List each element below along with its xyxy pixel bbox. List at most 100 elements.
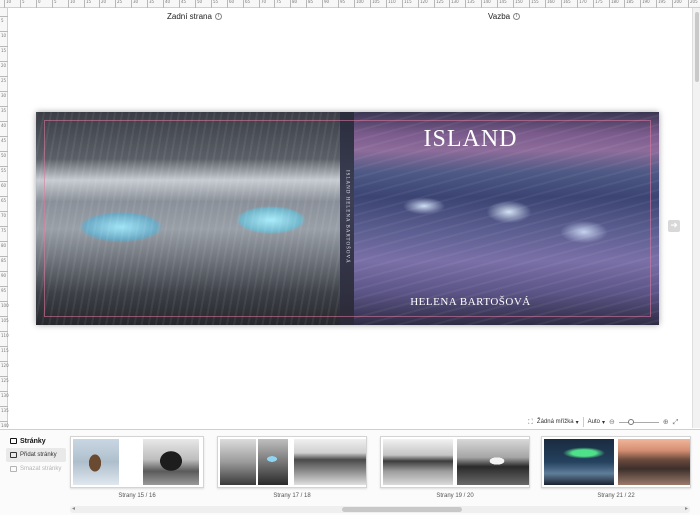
zoom-slider[interactable] bbox=[618, 418, 659, 426]
ruler-number: 165 bbox=[563, 0, 571, 4]
ruler-tick bbox=[354, 0, 355, 8]
page-thumbnail[interactable] bbox=[383, 439, 453, 485]
spread-thumbnail[interactable] bbox=[70, 436, 204, 488]
ruler-tick bbox=[338, 0, 339, 8]
info-icon[interactable]: i bbox=[214, 13, 222, 20]
ruler-number: 35 bbox=[149, 0, 155, 4]
info-icon[interactable]: i bbox=[513, 13, 521, 20]
ruler-tick bbox=[115, 0, 116, 8]
page-thumbnail[interactable] bbox=[294, 439, 366, 485]
spread-thumbnail[interactable] bbox=[380, 436, 530, 488]
spread-thumbnail[interactable] bbox=[541, 436, 691, 488]
zoom-slider-knob[interactable] bbox=[627, 419, 634, 425]
remove-pages-button[interactable]: Smazat stránky bbox=[6, 462, 66, 476]
ruler-number: 45 bbox=[181, 0, 187, 4]
remove-page-icon bbox=[10, 466, 17, 472]
grid-icon[interactable]: ⛶ bbox=[528, 418, 533, 427]
ruler-tick bbox=[147, 0, 148, 8]
page-thumbnail[interactable] bbox=[544, 439, 614, 485]
ruler-tick bbox=[0, 76, 8, 77]
ruler-number: 70 bbox=[261, 0, 267, 4]
ruler-number: 45 bbox=[1, 138, 7, 143]
ruler-number: 5 bbox=[1, 18, 4, 23]
ruler-tick bbox=[0, 256, 8, 257]
ruler-number: 30 bbox=[133, 0, 139, 4]
ruler-tick bbox=[227, 0, 228, 8]
page-thumbnail[interactable] bbox=[143, 439, 199, 485]
ruler-tick bbox=[561, 0, 562, 8]
mirror-select[interactable]: Žádná mřížka ▾ bbox=[537, 419, 579, 426]
ruler-number: 145 bbox=[499, 0, 507, 4]
ruler-tick bbox=[434, 0, 435, 8]
arrow-right-icon[interactable]: ▸ bbox=[685, 505, 688, 512]
ruler-tick bbox=[0, 46, 8, 47]
ruler-number: 200 bbox=[674, 0, 682, 4]
page-thumbnail[interactable] bbox=[73, 439, 119, 485]
ruler-number: 50 bbox=[1, 153, 7, 158]
zoom-select[interactable]: Auto ▾ bbox=[588, 419, 605, 426]
vertical-scroll-thumb[interactable] bbox=[695, 12, 699, 82]
ruler-number: 50 bbox=[197, 0, 203, 4]
ruler-tick bbox=[577, 0, 578, 8]
spine-label-text: Vazba bbox=[488, 12, 511, 21]
vertical-scrollbar[interactable] bbox=[692, 8, 700, 428]
ruler-number: 125 bbox=[1, 378, 9, 383]
ruler-tick bbox=[386, 0, 387, 8]
ruler-tick bbox=[306, 0, 307, 8]
fit-icon[interactable]: ⤢ bbox=[673, 418, 679, 427]
ruler-number: 120 bbox=[1, 363, 9, 368]
page-thumbnail[interactable] bbox=[457, 439, 529, 485]
cover-title[interactable]: ISLAND bbox=[318, 126, 623, 156]
ruler-number: 195 bbox=[658, 0, 666, 4]
add-page-icon bbox=[10, 452, 17, 458]
ruler-number: 105 bbox=[372, 0, 380, 4]
ruler-number: 125 bbox=[436, 0, 444, 4]
ruler-tick bbox=[0, 286, 8, 287]
ruler-number: 5 bbox=[22, 0, 25, 4]
ruler-tick bbox=[0, 16, 8, 17]
ruler-number: 75 bbox=[276, 0, 282, 4]
spread-thumbnail[interactable] bbox=[217, 436, 367, 488]
ruler-tick bbox=[0, 61, 8, 62]
pages-sidebar: Stránky Přidat stránky Smazat stránky bbox=[6, 434, 66, 476]
ruler-number: 15 bbox=[86, 0, 92, 4]
mirror-select-value: Žádná mřížka bbox=[536, 419, 574, 425]
ruler-number: 65 bbox=[1, 198, 7, 203]
add-pages-button[interactable]: Přidat stránky bbox=[6, 448, 66, 462]
ruler-number: 95 bbox=[1, 288, 7, 293]
page-thumbnail[interactable] bbox=[258, 439, 288, 485]
zoom-in-icon[interactable]: ⊕ bbox=[663, 418, 669, 426]
pages-header: Stránky bbox=[6, 434, 66, 448]
ruler-tick bbox=[0, 31, 8, 32]
ruler-number: 135 bbox=[1, 408, 9, 413]
ruler-number: 135 bbox=[467, 0, 475, 4]
ruler-number: 55 bbox=[213, 0, 219, 4]
arrow-left-icon[interactable]: ◂ bbox=[72, 505, 75, 512]
cover-author[interactable]: HELENA BARTOŠOVÁ bbox=[318, 296, 623, 308]
arrow-right-icon[interactable]: ➜ bbox=[668, 220, 680, 232]
ruler-tick bbox=[195, 0, 196, 8]
ruler-tick bbox=[0, 196, 8, 197]
ruler-tick bbox=[0, 241, 8, 242]
ruler-number: 115 bbox=[404, 0, 412, 4]
ruler-tick bbox=[656, 0, 657, 8]
horizontal-scrollbar[interactable]: ◂ ▸ bbox=[70, 506, 690, 513]
ruler-number: 25 bbox=[117, 0, 123, 4]
ruler-number: 65 bbox=[245, 0, 251, 4]
zoom-out-icon[interactable]: ⊖ bbox=[609, 418, 615, 426]
top-ruler: 10 5 0 5 10 15 20 25 30 35 40 45 50 55 60 65 70 75 80 85 90 9… bbox=[0, 0, 700, 8]
pages-panel: Stránky Přidat stránky Smazat stránky St… bbox=[0, 429, 700, 515]
horizontal-scroll-thumb[interactable] bbox=[342, 507, 462, 512]
ruler-tick bbox=[402, 0, 403, 8]
ruler-number: 160 bbox=[547, 0, 555, 4]
ruler-number: 0 bbox=[38, 0, 41, 4]
ruler-tick bbox=[52, 0, 53, 8]
ruler-tick bbox=[0, 211, 8, 212]
ruler-tick bbox=[99, 0, 100, 8]
page-thumbnail[interactable] bbox=[220, 439, 256, 485]
page-thumbnail[interactable] bbox=[618, 439, 690, 485]
ruler-tick bbox=[465, 0, 466, 8]
ruler-number: 170 bbox=[579, 0, 587, 4]
spine-text[interactable]: ISLAND HELENA BARTOŠOVÁ bbox=[340, 142, 354, 292]
ruler-tick bbox=[688, 0, 689, 8]
